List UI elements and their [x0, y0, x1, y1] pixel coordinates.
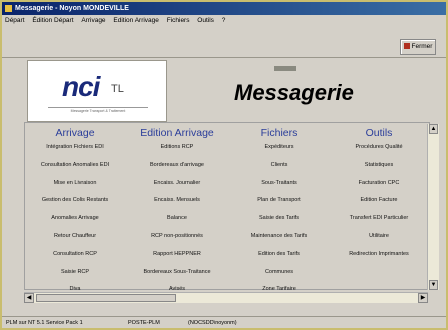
menu-item[interactable]: Bordereaux d'arrivage — [127, 157, 227, 175]
truck-icon — [274, 66, 296, 71]
column-header: Edition Arrivage — [140, 127, 214, 139]
menu-item[interactable]: Facturation CPC — [329, 175, 429, 193]
logo-text: nci — [62, 71, 100, 102]
vertical-scrollbar[interactable]: ▲ ▼ — [427, 124, 439, 290]
fermer-label: Fermer — [411, 43, 433, 50]
column-outils: Outils Procédures Qualité Statistiques F… — [329, 127, 429, 264]
menu-item[interactable]: Retour Chauffeur — [25, 228, 125, 246]
scroll-thumb[interactable] — [36, 294, 176, 302]
menu-item[interactable]: Communes — [229, 264, 329, 282]
logo-suffix: TL — [111, 83, 124, 95]
column-header: Fichiers — [260, 127, 298, 139]
app-icon — [5, 4, 12, 12]
menu-fichiers[interactable]: Fichiers — [167, 17, 190, 24]
menu-item[interactable]: Edition des Tarifs — [229, 246, 329, 264]
column-header: Outils — [365, 127, 393, 139]
menu-item[interactable]: Saisie RCP — [25, 264, 125, 282]
window-title: Messagerie - Noyon MONDEVILLE — [15, 5, 129, 12]
menu-item[interactable]: Encaiss. Mensuels — [127, 192, 227, 210]
function-menu: Arrivage Intégration Fichiers EDI Consul… — [24, 122, 430, 292]
column-header: Arrivage — [55, 127, 95, 139]
scroll-left-icon[interactable]: ◀ — [24, 293, 34, 303]
menu-item[interactable]: Plan de Transport — [229, 192, 329, 210]
scroll-down-icon[interactable]: ▼ — [429, 280, 438, 290]
menu-item[interactable]: Procédures Qualité — [329, 139, 429, 157]
toolbar: Fermer — [2, 27, 446, 58]
menu-item[interactable]: Expéditeurs — [229, 139, 329, 157]
status-user: (NOCSDD\noyonm) — [188, 320, 237, 326]
menu-item[interactable]: Redirection Imprimantes — [329, 246, 429, 264]
menu-depart[interactable]: Départ — [5, 17, 25, 24]
scroll-right-icon[interactable]: ▶ — [418, 293, 428, 303]
menu-item[interactable]: Saisie des Tarifs — [229, 210, 329, 228]
main-window: Messagerie - Noyon MONDEVILLE Départ Édi… — [0, 0, 448, 330]
exit-icon — [403, 43, 410, 50]
menu-edition-depart[interactable]: Édition Départ — [32, 17, 73, 24]
menu-item[interactable]: Gestion des Colis Restants — [25, 192, 125, 210]
menu-item[interactable]: Sous-Traitants — [229, 175, 329, 193]
menu-item[interactable]: RCP non-positionnés — [127, 228, 227, 246]
column-arrivage: Arrivage Intégration Fichiers EDI Consul… — [25, 127, 125, 299]
logo-panel: nci TL Messagerie Transport & Traitement — [27, 60, 167, 122]
menu-item[interactable]: Edition Facture — [329, 192, 429, 210]
menu-item[interactable]: Transfert EDI Particulier — [329, 210, 429, 228]
fermer-button[interactable]: Fermer — [400, 39, 436, 55]
menu-item[interactable]: Editions RCP — [127, 139, 227, 157]
menu-item[interactable]: Maintenance des Tarifs — [229, 228, 329, 246]
menu-item[interactable]: Intégration Fichiers EDI — [25, 139, 125, 157]
status-os: PLM sur NT 5.1 Service Pack 1 — [6, 320, 83, 326]
menu-item[interactable]: Anomalies Arrivage — [25, 210, 125, 228]
column-fichiers: Fichiers Expéditeurs Clients Sous-Traita… — [229, 127, 329, 299]
menu-item[interactable]: Encaiss. Journalier — [127, 175, 227, 193]
logo-tagline: Messagerie Transport & Traitement — [48, 107, 148, 113]
menu-item[interactable]: Rapport HEPPNER — [127, 246, 227, 264]
title-bar: Messagerie - Noyon MONDEVILLE — [2, 2, 446, 15]
status-host: POSTE-PLM — [128, 320, 160, 326]
menu-item[interactable]: Consultation Anomalies EDI — [25, 157, 125, 175]
menu-bar: Départ Édition Départ Arrivage Edition A… — [2, 15, 446, 27]
menu-item[interactable]: Consultation RCP — [25, 246, 125, 264]
menu-item[interactable]: Mise en Livraison — [25, 175, 125, 193]
menu-help[interactable]: ? — [222, 17, 226, 24]
menu-item[interactable]: Balance — [127, 210, 227, 228]
horizontal-scrollbar[interactable]: ◀ ▶ — [24, 292, 428, 303]
status-bar: PLM sur NT 5.1 Service Pack 1 POSTE-PLM … — [2, 316, 446, 330]
scroll-up-icon[interactable]: ▲ — [429, 124, 438, 134]
menu-item[interactable]: Bordereaux Sous-Traitance — [127, 264, 227, 282]
app-title: Messagerie — [234, 80, 354, 105]
menu-item[interactable]: Utilitaire — [329, 228, 429, 246]
menu-edition-arrivage[interactable]: Edition Arrivage — [113, 17, 159, 24]
menu-arrivage[interactable]: Arrivage — [81, 17, 105, 24]
column-edition-arrivage: Edition Arrivage Editions RCP Bordereaux… — [127, 127, 227, 299]
menu-item[interactable]: Statistiques — [329, 157, 429, 175]
menu-outils[interactable]: Outils — [197, 17, 214, 24]
menu-item[interactable]: Clients — [229, 157, 329, 175]
